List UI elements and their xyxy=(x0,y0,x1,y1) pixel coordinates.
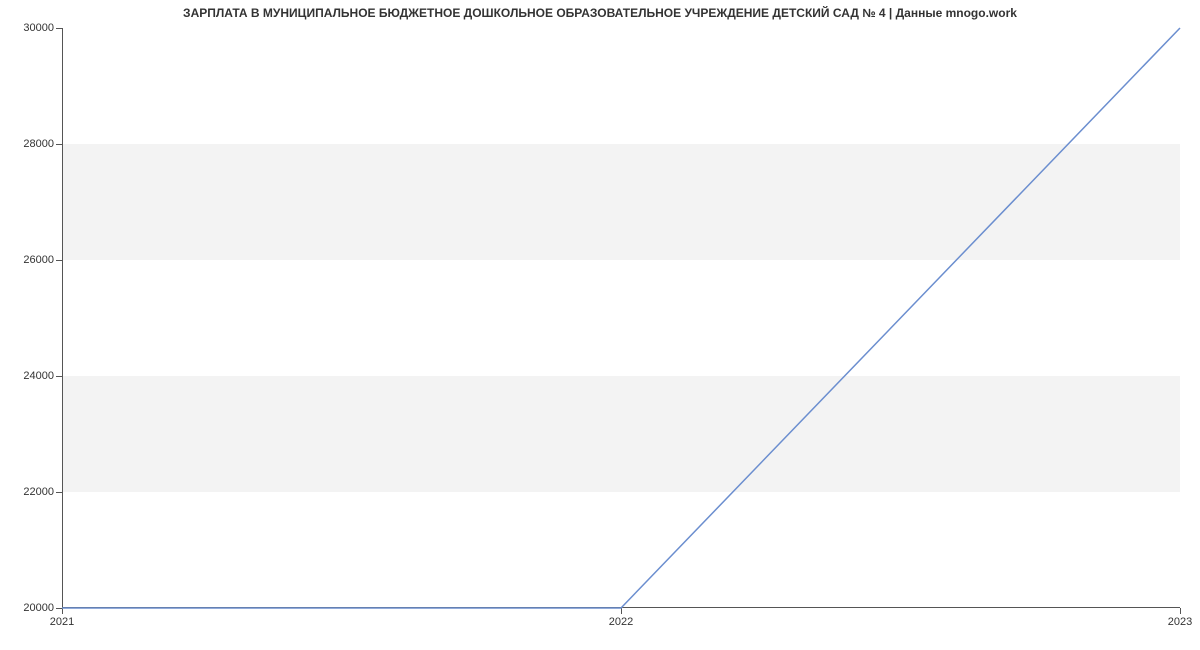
line-layer xyxy=(62,28,1180,608)
x-tick-label: 2021 xyxy=(50,616,74,628)
y-tick-label: 22000 xyxy=(23,486,54,498)
y-tick-label: 30000 xyxy=(23,22,54,34)
x-tick xyxy=(1180,608,1181,614)
y-tick-label: 24000 xyxy=(23,370,54,382)
y-tick-label: 20000 xyxy=(23,602,54,614)
chart-title: ЗАРПЛАТА В МУНИЦИПАЛЬНОЕ БЮДЖЕТНОЕ ДОШКО… xyxy=(0,6,1200,20)
plot-area: 200002200024000260002800030000 202120222… xyxy=(62,28,1180,608)
x-tick xyxy=(621,608,622,614)
y-tick-label: 26000 xyxy=(23,254,54,266)
chart-container: ЗАРПЛАТА В МУНИЦИПАЛЬНОЕ БЮДЖЕТНОЕ ДОШКО… xyxy=(0,0,1200,650)
x-tick-label: 2022 xyxy=(609,616,633,628)
x-tick xyxy=(62,608,63,614)
x-tick-label: 2023 xyxy=(1168,616,1192,628)
y-tick-label: 28000 xyxy=(23,138,54,150)
series-line-salary xyxy=(62,28,1180,608)
